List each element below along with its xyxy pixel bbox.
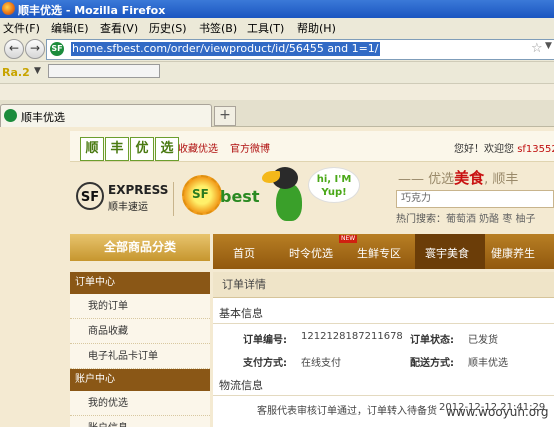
slogan-a: 美 <box>454 169 470 187</box>
order-no-value: 1212128187211678 <box>301 331 403 342</box>
nav-world-food[interactable]: 寰宇美食 <box>425 245 469 261</box>
watermark: www.wooyun.org <box>446 405 549 419</box>
url-text[interactable]: home.sfbest.com/order/viewproduct/id/564… <box>71 42 380 56</box>
web-page: 顺 丰 优 选 收藏优选 官方微博 您好！欢迎您 sf13552 SF EXPR… <box>0 127 554 427</box>
site-logo-char[interactable]: 顺 <box>80 137 104 161</box>
hot-search-terms[interactable]: 葡萄酒 奶酪 枣 柚子 <box>446 214 536 225</box>
sidebar-item-my-orders[interactable]: 我的订单 <box>70 294 210 319</box>
order-status-value: 已发货 <box>468 335 498 346</box>
order-detail-header: 订单详情 <box>213 272 554 298</box>
order-status-label: 订单状态: <box>410 335 454 346</box>
mascot-speech-bubble: hi, I'M Yup! <box>308 167 360 203</box>
window-title-bar[interactable]: 顺丰优选 - Mozilla Firefox <box>0 0 554 18</box>
sidebar-item-account-info[interactable]: 账户信息 <box>70 416 210 427</box>
tab-sfbest[interactable]: 顺丰优选 <box>0 104 212 128</box>
new-tab-button[interactable]: + <box>214 106 236 126</box>
greeting-text: 您好！欢迎您 <box>454 144 514 155</box>
order-detail-panel: 订单详情 基本信息 订单编号: 1212128187211678 订单状态: 已… <box>213 272 554 427</box>
navigation-toolbar: ← → SF home.sfbest.com/order/viewproduct… <box>0 35 554 62</box>
menu-help[interactable]: 帮助(H) <box>297 20 336 36</box>
addon-toolbar: Ra.2 ▼ <box>0 62 554 84</box>
basic-info-title: 基本信息 <box>219 307 263 320</box>
sidebar-item-favorites[interactable]: 商品收藏 <box>70 319 210 344</box>
slogan-post: , 顺丰 <box>484 172 519 187</box>
ra2-addon-label[interactable]: Ra.2 <box>2 66 30 79</box>
toucan-mascot <box>262 163 310 225</box>
greeting: 您好！欢迎您 sf13552 <box>454 140 554 155</box>
new-badge: NEW <box>339 235 358 243</box>
slogan-pre: —— 优选 <box>398 172 455 187</box>
weibo-link[interactable]: 官方微博 <box>230 140 270 155</box>
favorite-link[interactable]: 收藏优选 <box>178 140 218 155</box>
main-nav: 首页 时令优选 NEW 生鲜专区 寰宇美食 健康养生 <box>213 234 554 269</box>
ra2-dropdown-icon[interactable]: ▼ <box>34 66 41 76</box>
menu-file[interactable]: 文件(F) <box>3 20 40 36</box>
site-logo-char[interactable]: 选 <box>155 137 179 161</box>
divider <box>213 323 554 324</box>
delivery-value: 顺丰优选 <box>468 358 508 369</box>
forward-arrow-icon: → <box>29 41 41 55</box>
nav-home[interactable]: 首页 <box>233 245 255 261</box>
tab-bar: 顺丰优选 + <box>0 100 554 128</box>
sfbest-text: best <box>220 187 260 206</box>
nav-health[interactable]: 健康养生 <box>491 245 535 261</box>
order-no-label: 订单编号: <box>243 335 287 346</box>
url-dropdown-icon[interactable]: ▼ <box>545 41 552 51</box>
back-arrow-icon: ← <box>8 41 20 55</box>
sidebar-head-account: 账户中心 <box>70 369 210 391</box>
logo-divider <box>173 182 174 216</box>
site-favicon: SF <box>50 42 64 56</box>
menu-history[interactable]: 历史(S) <box>149 20 187 36</box>
product-search-input[interactable]: 巧克力 <box>396 190 554 208</box>
account-sidebar: 订单中心 我的订单 商品收藏 电子礼品卡订单 账户中心 我的优选 账户信息 <box>70 272 210 427</box>
menu-edit[interactable]: 编辑(E) <box>51 20 89 36</box>
site-slogan: —— 优选美食, 顺丰 <box>398 167 518 188</box>
all-categories-button[interactable]: 全部商品分类 <box>70 234 210 261</box>
delivery-label: 配送方式: <box>410 358 454 369</box>
express-text: EXPRESS <box>108 183 169 197</box>
sidebar-item-giftcard-orders[interactable]: 电子礼品卡订单 <box>70 344 210 369</box>
logistics-text: 客服代表审核订单通过，订单转入待备货 <box>257 406 437 417</box>
payment-label: 支付方式: <box>243 358 287 369</box>
sidebar-head-orders: 订单中心 <box>70 272 210 294</box>
menu-bookmarks[interactable]: 书签(B) <box>199 20 237 36</box>
menu-bar: 文件(F) 编辑(E) 查看(V) 历史(S) 书签(B) 工具(T) 帮助(H… <box>0 18 554 35</box>
mascot-body <box>276 183 302 221</box>
express-cn-text: 顺丰速运 <box>108 202 148 213</box>
forward-button[interactable]: → <box>25 39 45 59</box>
payment-value: 在线支付 <box>301 358 341 369</box>
addon-input[interactable] <box>48 64 160 78</box>
sidebar-item-my-sfbest[interactable]: 我的优选 <box>70 391 210 416</box>
hot-search-label: 热门搜索： <box>396 214 446 225</box>
slogan-b: 食 <box>469 169 485 187</box>
hot-search: 热门搜索：葡萄酒 奶酪 枣 柚子 <box>396 210 536 225</box>
tab-favicon <box>4 109 17 122</box>
sfbest-mark: SF <box>192 187 209 201</box>
tab-label: 顺丰优选 <box>21 111 65 124</box>
bookmark-star-icon[interactable]: ☆ <box>531 41 543 56</box>
username-link[interactable]: sf13552 <box>517 144 554 155</box>
site-logo-char[interactable]: 优 <box>130 137 154 161</box>
logistics-title: 物流信息 <box>219 379 263 392</box>
back-button[interactable]: ← <box>4 39 24 59</box>
menu-view[interactable]: 查看(V) <box>100 20 138 36</box>
nav-fresh[interactable]: 生鲜专区 <box>357 245 401 261</box>
window-title: 顺丰优选 - Mozilla Firefox <box>18 4 166 17</box>
address-bar[interactable]: SF home.sfbest.com/order/viewproduct/id/… <box>46 39 554 60</box>
divider <box>213 395 554 396</box>
menu-tools[interactable]: 工具(T) <box>247 20 284 36</box>
firefox-icon <box>2 2 15 15</box>
sf-mark: SF <box>76 182 104 210</box>
site-top-bar: 顺 丰 优 选 收藏优选 官方微博 您好！欢迎您 sf13552 <box>70 131 554 162</box>
sf-express-logo[interactable]: SF EXPRESS 顺丰速运 <box>76 179 174 219</box>
nav-seasonal[interactable]: 时令优选 <box>289 245 333 261</box>
site-logo-char[interactable]: 丰 <box>105 137 129 161</box>
sfbest-logo[interactable]: SF best <box>180 171 262 223</box>
